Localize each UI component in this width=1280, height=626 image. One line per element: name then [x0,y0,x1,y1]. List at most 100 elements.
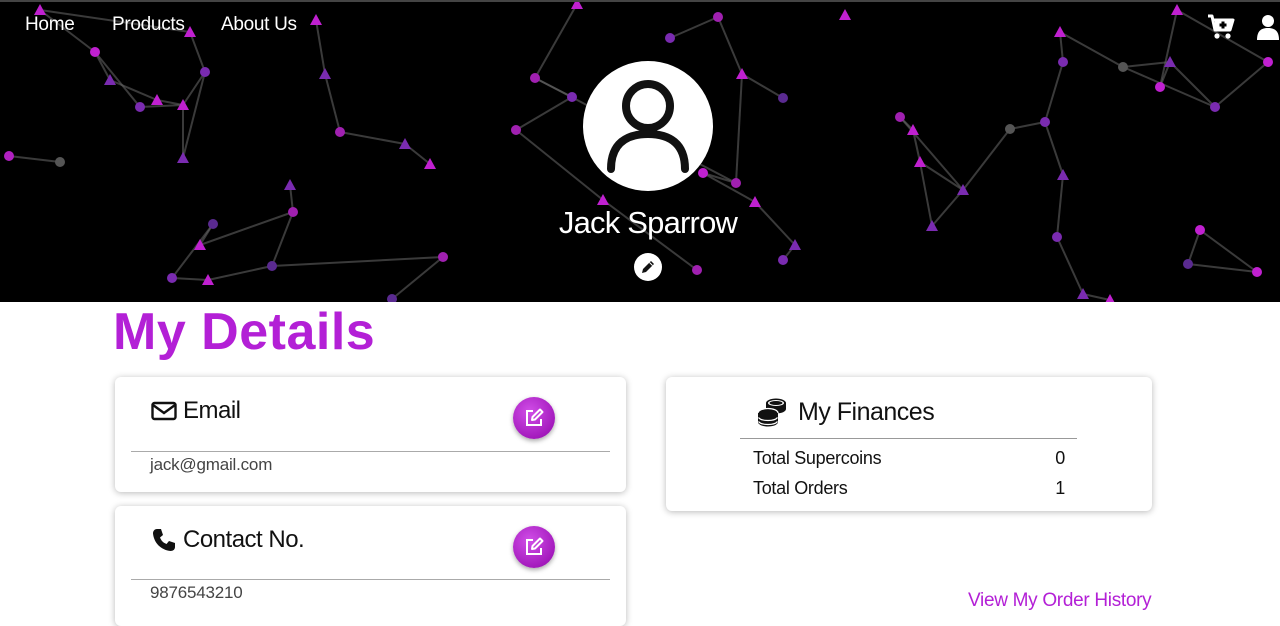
network-line [1169,61,1216,108]
network-line [171,223,214,279]
network-node [749,196,761,207]
user-icon[interactable] [1256,14,1280,45]
user-outline-icon [607,80,689,173]
coins-icon [757,398,786,427]
network-node [1252,267,1262,277]
network-line [339,131,406,145]
network-line [919,161,933,227]
contact-header: Contact No. [151,526,305,554]
contact-card: Contact No. 9876543210 [115,506,626,626]
network-line [931,189,964,227]
network-node [200,67,210,77]
network-node [151,94,163,105]
pencil-icon [642,261,654,273]
view-order-history-link[interactable]: View My Order History [968,590,1152,612]
page-title: My Details [113,303,376,361]
network-line [207,265,273,281]
edit-icon [526,408,544,426]
network-node [284,179,296,190]
network-line [1122,66,1216,108]
phone-icon [153,529,175,551]
network-node [1077,288,1089,299]
finance-row-label: Total Orders [753,478,848,498]
network-node [135,102,145,112]
divider [131,451,610,452]
top-nav: Home Products About Us [0,2,1280,52]
finance-row-orders: Total Orders 1 [753,478,1065,499]
divider [740,438,1077,439]
finance-row-value: 0 [1055,448,1065,468]
finances-header: My Finances [756,397,935,427]
finance-row-supercoins: Total Supercoins 0 [753,448,1065,469]
network-node [4,151,14,161]
network-node [895,112,905,122]
network-line [271,211,294,267]
network-line [171,277,209,281]
network-node [1155,82,1165,92]
profile-hero: Home Products About Us Jack Sparrow [0,0,1280,302]
edit-contact-button[interactable] [513,526,555,568]
nav-products[interactable]: Products [112,14,185,36]
network-node [267,261,277,271]
network-line [182,71,206,159]
avatar [583,61,713,191]
network-node [335,127,345,137]
network-node [288,207,298,217]
network-node [319,68,331,79]
envelope-icon [151,401,177,421]
network-line [271,256,444,267]
network-node [731,178,741,188]
network-node [1052,232,1062,242]
network-node [167,273,177,283]
network-node [914,156,926,167]
network-node [511,125,521,135]
contact-value: 9876543210 [150,583,243,602]
network-node [567,92,577,102]
finance-row-label: Total Supercoins [753,448,882,468]
network-line [94,51,141,108]
network-node [736,68,748,79]
network-line [1122,61,1171,68]
network-node [1210,102,1220,112]
email-label: Email [183,397,241,424]
network-line [1009,121,1046,130]
network-node [692,265,702,275]
network-line [702,172,756,203]
edit-email-button[interactable] [513,397,555,439]
network-line [1187,229,1201,265]
finances-title: My Finances [798,397,935,426]
network-node [1057,169,1069,180]
network-node [530,73,540,83]
network-line [139,104,184,108]
network-node [1058,57,1068,67]
edit-name-button[interactable] [634,253,662,281]
network-line [109,79,158,101]
network-node [778,255,788,265]
network-line [1056,236,1084,295]
network-node [55,157,65,167]
network-line [899,116,964,191]
network-node [1040,117,1050,127]
network-node [698,168,708,178]
email-value: jack@gmail.com [150,455,273,474]
network-line [754,201,796,246]
email-header: Email [151,397,241,425]
network-node [438,252,448,262]
network-line [962,128,1011,191]
network-node [1118,62,1128,72]
divider [131,579,610,580]
network-line [1214,61,1269,108]
network-node [1105,294,1115,302]
nav-home[interactable]: Home [25,14,75,36]
finance-row-value: 1 [1055,478,1065,498]
network-node [778,93,788,103]
network-line [1056,174,1064,238]
network-node [208,219,218,229]
contact-label: Contact No. [183,526,305,553]
network-node [1195,225,1205,235]
network-line [391,256,444,300]
nav-about-us[interactable]: About Us [221,14,297,36]
network-node [1183,259,1193,269]
network-line [735,73,743,184]
cart-plus-icon[interactable] [1207,14,1235,45]
